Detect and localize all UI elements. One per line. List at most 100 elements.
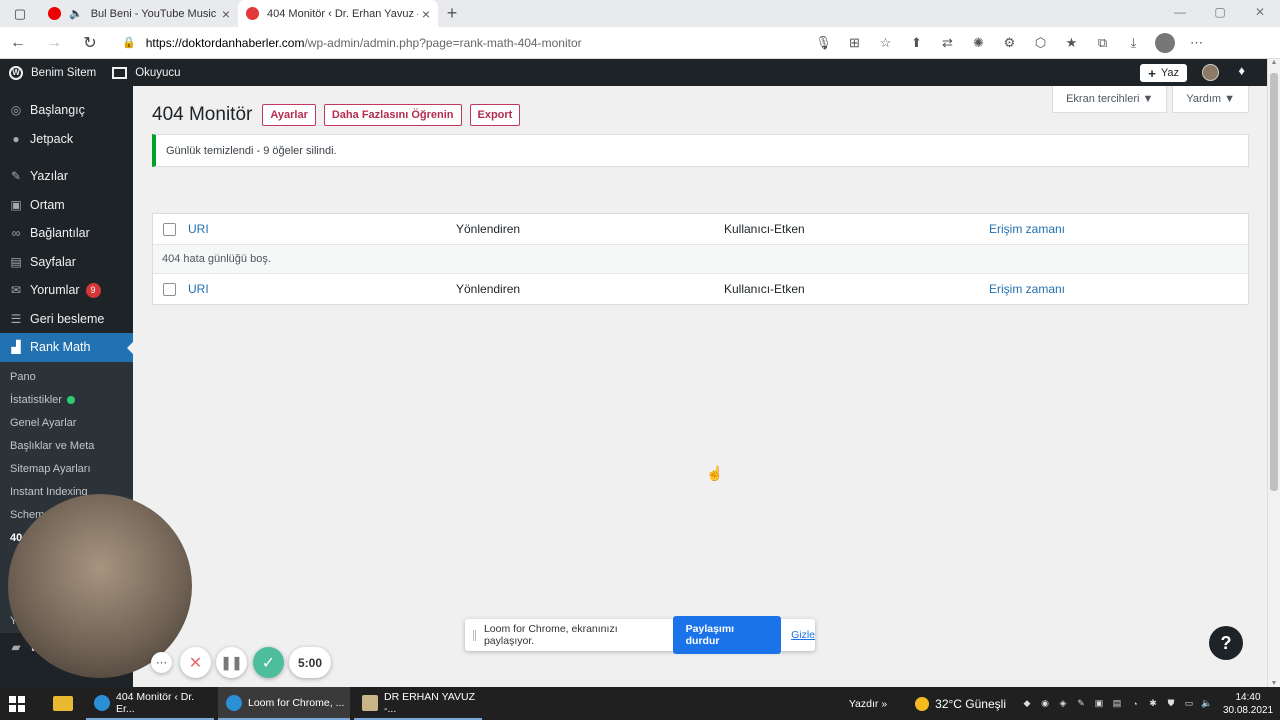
wordpress-logo-icon[interactable]: W [9,65,23,80]
taskbar-app-loom[interactable]: Loom for Chrome, ... [218,687,350,720]
webcam-bubble[interactable] [8,494,192,678]
taskbar-app-edge[interactable]: 404 Monitör ‹ Dr. Er... [86,687,214,720]
column-uri-footer[interactable]: URI [188,282,209,296]
column-access-time[interactable]: Erişim zamanı [989,222,1065,236]
feedback-icon: ☰ [10,311,22,326]
sidebar-item-posts[interactable]: ✎ Yazılar [0,162,133,191]
volume-icon[interactable]: 🔈 [1198,698,1216,709]
scroll-thumb[interactable] [1270,73,1278,491]
toolbar-icons: 🎙 ⊞ ☆ ⬆ ⇄ ✺ ⚙ ⬡ ★ ⧉ ⤓ ⋯ [808,27,1212,59]
youtube-music-icon [48,7,61,20]
toolbar-chevron-icon[interactable]: » [881,698,887,710]
learn-more-button[interactable]: Daha Fazlasını Öğrenin [323,104,462,126]
extensions-icon[interactable]: ⬡ [1025,35,1056,51]
reader-link[interactable]: Okuyucu [112,66,181,79]
tab-youtube-music[interactable]: 🔈 Bul Beni - YouTube Music × [40,0,238,27]
tray-app-icon[interactable]: ▤ [1108,698,1126,709]
back-icon[interactable]: ← [0,34,36,52]
security-icon[interactable]: ⛊ [1162,698,1180,709]
file-explorer-icon[interactable] [53,696,73,711]
sidebar-item-media[interactable]: ▣ Ortam [0,191,133,220]
page-scrollbar[interactable]: ▲ ▼ [1267,59,1280,687]
gear-extension-icon[interactable]: ⚙ [994,35,1025,51]
site-name-link[interactable]: Benim Sitem [31,67,96,79]
tray-app-icon[interactable]: ◈ [1054,698,1072,709]
column-access-time-footer[interactable]: Erişim zamanı [989,282,1065,296]
column-uri[interactable]: URI [188,222,209,236]
sidebar-item-comments[interactable]: ✉ Yorumlar 9 [0,276,133,305]
help-question-icon[interactable]: ? [1209,626,1243,660]
submenu-item-general-settings[interactable]: Genel Ayarlar [0,412,133,435]
submenu-item-analytics[interactable]: İstatistikler [0,389,133,412]
maximize-icon[interactable]: ▢ [1200,0,1240,27]
drag-handle-icon[interactable] [473,629,476,641]
bluetooth-icon[interactable]: ✱ [1144,698,1162,709]
window-menu-icon[interactable]: ▢ [0,0,40,27]
print-toolbar[interactable]: Yazdır » [849,698,887,710]
favorites-icon[interactable]: ★ [1056,35,1087,51]
new-tab-icon[interactable]: + [438,3,466,24]
stop-sharing-button[interactable]: Paylaşımı durdur [672,616,782,654]
screen-options-button[interactable]: Ekran tercihleri ▼ [1052,86,1168,113]
translate-icon[interactable]: ⇄ [932,35,963,51]
submenu-item-dashboard[interactable]: Pano [0,366,133,389]
scroll-up-icon[interactable]: ▲ [1268,59,1280,66]
finish-recording-icon[interactable]: ✓ [253,647,284,678]
windows-start-icon[interactable] [9,696,25,712]
speaker-icon[interactable]: 🔈 [69,7,83,20]
settings-button[interactable]: Ayarlar [262,104,316,126]
new-post-button[interactable]: + Yaz [1140,64,1187,82]
tray-shield-icon[interactable]: ◉ [1036,698,1054,709]
download-icon[interactable]: ⤓ [1118,35,1149,51]
network-icon[interactable]: ▭ [1180,698,1198,709]
submenu-item-titles-meta[interactable]: Başlıklar ve Meta [0,435,133,458]
minimize-icon[interactable]: — [1160,0,1200,27]
notice-text: Günlük temizlendi - 9 öğeler silindi. [166,144,337,157]
wifi-icon[interactable]: ◔ [1126,699,1144,709]
reload-icon[interactable]: ↻ [72,33,108,53]
collections-icon[interactable]: ⧉ [1087,35,1118,51]
jetpack-icon: ● [12,131,20,146]
more-menu-icon[interactable]: ⋯ [1181,35,1212,51]
color-extension-icon[interactable]: ✺ [963,35,994,51]
apps-icon[interactable]: ⊞ [839,35,870,51]
url-field[interactable]: 🔒 https://doktordanhaberler.com/wp-admin… [122,36,802,50]
close-window-icon[interactable]: ✕ [1240,0,1280,27]
sidebar-item-dashboard[interactable]: ◎ Başlangıç [0,96,133,125]
hide-link[interactable]: Gizle [791,629,815,641]
taskbar-app-image[interactable]: DR ERHAN YAVUZ -... [354,687,482,720]
tab-404-monitor[interactable]: 404 Monitör ‹ Dr. Erhan Yavuz — × [238,0,438,27]
profile-avatar[interactable] [1155,33,1175,53]
sidebar-item-feedback[interactable]: ☰ Geri besleme [0,305,133,334]
forward-icon[interactable]: → [36,34,72,52]
export-button[interactable]: Export [469,104,521,126]
notifications-icon[interactable]: ♦ [1238,63,1245,78]
tray-app-icon[interactable]: ◆ [1018,698,1036,709]
submenu-item-sitemap[interactable]: Sitemap Ayarları [0,458,133,481]
sidebar-item-jetpack[interactable]: ● Jetpack [0,125,133,154]
select-all-checkbox[interactable] [163,223,176,236]
tray-pen-icon[interactable]: ✎ [1072,698,1090,709]
user-avatar[interactable] [1202,64,1219,81]
help-tab-button[interactable]: Yardım ▼ [1172,86,1249,113]
close-tab-icon[interactable]: × [222,6,230,22]
system-clock[interactable]: 14:40 30.08.2021 [1220,691,1276,717]
tray-app-icon[interactable]: ▣ [1090,698,1108,709]
scroll-down-icon[interactable]: ▼ [1268,680,1280,687]
sidebar-item-rank-math[interactable]: ▟ Rank Math [0,333,133,362]
sidebar-item-pages[interactable]: ▤ Sayfalar [0,248,133,277]
column-user-agent: Kullanıcı-Etken [724,222,805,236]
favorite-star-icon[interactable]: ☆ [870,35,901,51]
microphone-blocked-icon[interactable]: 🎙 [808,35,839,51]
close-tab-icon[interactable]: × [422,6,430,22]
page-title: 404 Monitör [152,104,253,125]
more-options-icon[interactable]: ⋯ [151,652,172,673]
pause-recording-icon[interactable]: ❚❚ [216,647,247,678]
select-all-checkbox-footer[interactable] [163,283,176,296]
extension-user-icon[interactable]: ⬆ [901,35,932,51]
sidebar-item-links[interactable]: ∞ Bağlantılar [0,219,133,248]
submenu-label: Pano [10,371,36,383]
weather-widget[interactable]: 32°C Güneşli [915,696,1006,711]
main-content: Ekran tercihleri ▼ Yardım ▼ 404 Monitör … [133,86,1267,687]
cancel-recording-icon[interactable]: ✕ [180,647,211,678]
